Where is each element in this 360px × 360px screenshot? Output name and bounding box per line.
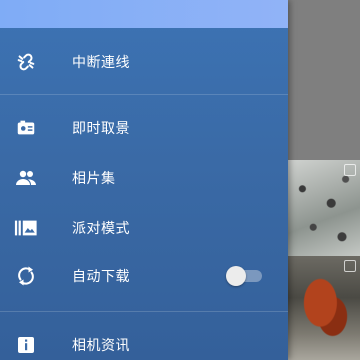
auto-download-toggle[interactable]	[226, 266, 262, 286]
menu-item-label: 派对模式	[72, 221, 130, 237]
select-checkbox-icon[interactable]	[344, 164, 356, 176]
menu-item-party-mode[interactable]: 派对模式	[0, 204, 288, 252]
select-checkbox-icon[interactable]	[344, 260, 356, 272]
link-off-icon	[14, 50, 38, 74]
app-screen: 中断連线 即时取景 相片集 派对模式 自动下载 相机资讯	[0, 0, 360, 360]
menu-item-label: 中断連线	[72, 55, 130, 71]
menu-divider	[0, 311, 288, 312]
menu-item-label: 相片集	[72, 171, 116, 187]
toggle-thumb	[226, 266, 246, 286]
info-icon	[14, 333, 38, 357]
menu-item-live-view[interactable]: 即时取景	[0, 104, 288, 152]
people-icon	[14, 166, 38, 190]
menu-item-label: 自动下载	[72, 269, 130, 285]
sync-icon	[14, 264, 38, 288]
menu-item-disconnect[interactable]: 中断連线	[0, 38, 288, 86]
menu-item-auto-download[interactable]: 自动下载	[0, 252, 288, 300]
photo-thumbnail-leopard[interactable]	[288, 160, 360, 256]
menu-divider	[0, 94, 288, 95]
photo-thumbnail-butterfly[interactable]	[288, 256, 360, 360]
menu-item-label: 即时取景	[72, 121, 130, 137]
menu-item-camera-info[interactable]: 相机资讯	[0, 321, 288, 360]
menu-item-label: 相机资讯	[72, 338, 130, 354]
party-mode-icon	[14, 216, 38, 240]
background-gallery	[288, 0, 360, 160]
drawer-header	[0, 0, 288, 28]
navigation-drawer: 中断連线 即时取景 相片集 派对模式 自动下载 相机资讯	[0, 0, 288, 360]
menu-item-photo-album[interactable]: 相片集	[0, 154, 288, 202]
live-view-icon	[14, 116, 38, 140]
